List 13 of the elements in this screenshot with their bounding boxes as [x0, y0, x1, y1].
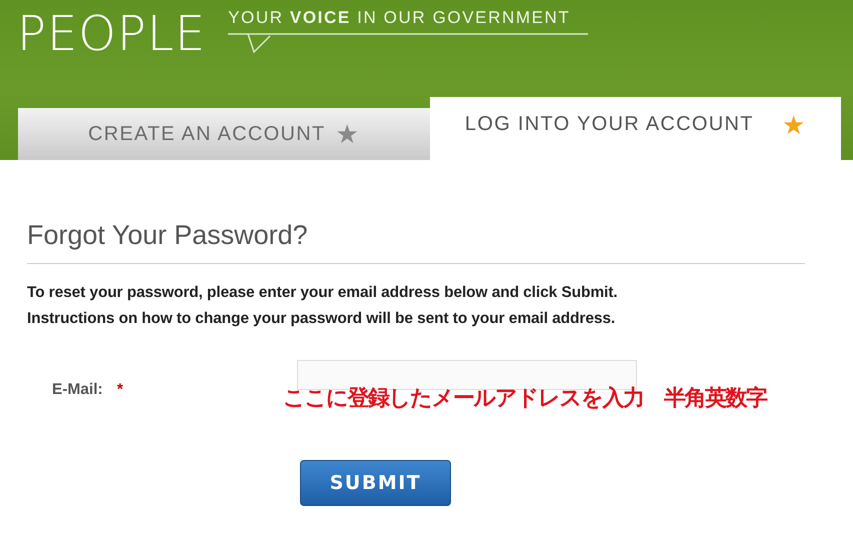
- account-tab[interactable]: CREATE AN ACCOUNT ★: [18, 108, 430, 160]
- email-label: E-Mail:: [52, 381, 103, 399]
- instruction-text: To reset your password, please enter your email address below and click Submit.: [27, 284, 618, 302]
- account-tab[interactable]: LOG INTO YOUR ACCOUNT ★: [430, 97, 841, 160]
- annotation-text: ここに登録したメールアドレスを入力 半角英数字: [283, 386, 766, 412]
- star-icon: ★: [336, 121, 360, 147]
- submit-button[interactable]: SUBMIT: [300, 460, 451, 506]
- star-icon: ★: [782, 112, 806, 138]
- site-logo[interactable]: PEOPLE: [17, 12, 206, 56]
- required-mark: *: [117, 381, 124, 399]
- page-title: Forgot Your Password?: [27, 220, 805, 264]
- instruction-text: Instructions on how to change your password will be sent to your email address.: [27, 310, 616, 328]
- tagline: YOUR VOICE IN OUR GOVERNMENT: [228, 8, 572, 28]
